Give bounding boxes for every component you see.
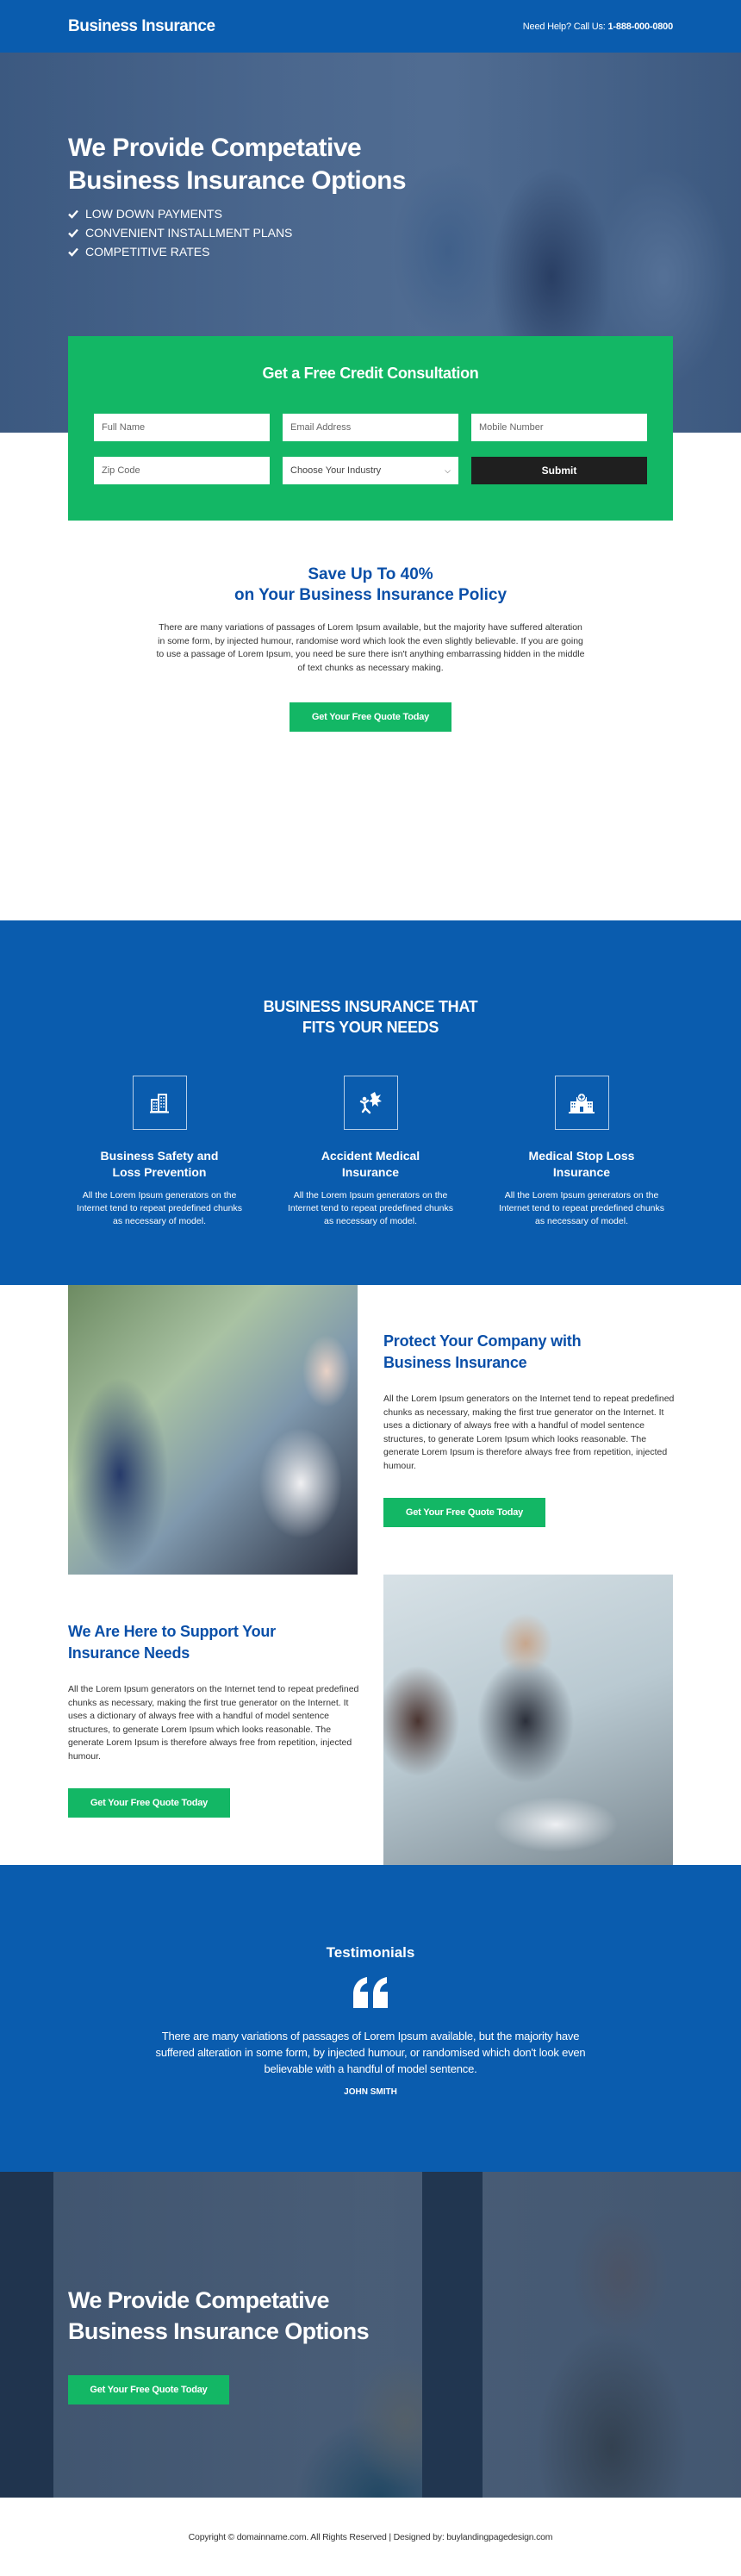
feature-title: Accident Medical Insurance <box>283 1148 459 1181</box>
features-title-line: FITS YOUR NEEDS <box>302 1019 439 1036</box>
hero-title: We Provide Competative Business Insuranc… <box>68 132 407 197</box>
site-footer: Copyright © domainname.com. All Rights R… <box>0 2498 741 2576</box>
features-title: BUSINESS INSURANCE THAT FITS YOUR NEEDS <box>0 996 741 1038</box>
feature-body: All the Lorem Ipsum generators on the In… <box>76 1190 243 1226</box>
feature-card: Business Safety and Loss Prevention All … <box>72 1076 248 1228</box>
benefit-label: COMPETITIVE RATES <box>85 245 210 259</box>
free-quote-button[interactable]: Get Your Free Quote Today <box>68 1788 230 1818</box>
protect-title: Protect Your Company with Business Insur… <box>383 1331 676 1374</box>
feature-title-line: Insurance <box>341 1165 400 1179</box>
check-icon <box>68 209 78 219</box>
phone-number[interactable]: 1-888-000-0800 <box>608 22 674 32</box>
support-body: All the Lorem Ipsum generators on the In… <box>68 1684 359 1762</box>
feature-body: All the Lorem Ipsum generators on the In… <box>498 1190 665 1226</box>
testimonial-quote: There are many variations of passages of… <box>155 2030 586 2075</box>
quote-icon <box>353 1977 388 2008</box>
testimonial-author: JOHN SMITH <box>344 2087 397 2097</box>
accident-icon <box>359 1091 382 1113</box>
feature-icon-box <box>343 1076 398 1130</box>
bottom-cta-section: We Provide Competative Business Insuranc… <box>0 2172 741 2498</box>
copyright-text: Copyright © domainname.com. All Rights R… <box>188 2531 553 2542</box>
check-icon <box>68 247 78 257</box>
protect-body: All the Lorem Ipsum generators on the In… <box>383 1394 675 1471</box>
feature-title-line: Accident Medical <box>321 1149 420 1163</box>
testimonials-section: Testimonials There are many variations o… <box>0 1865 741 2172</box>
support-title-line: Insurance Needs <box>68 1644 190 1662</box>
savings-title-line: Save Up To 40% <box>308 565 433 583</box>
free-quote-button[interactable]: Get Your Free Quote Today <box>68 2375 229 2404</box>
support-block: We Are Here to Support Your Insurance Ne… <box>68 1621 361 1818</box>
protect-title-line: Business Insurance <box>383 1354 527 1371</box>
consultation-form: Get a Free Credit Consultation Choose Yo… <box>68 336 673 521</box>
bottom-cta-title-line: Business Insurance Options <box>68 2318 370 2344</box>
support-title-line: We Are Here to Support Your <box>68 1623 276 1640</box>
savings-title-line: on Your Business Insurance Policy <box>234 586 507 604</box>
benefit-label: CONVENIENT INSTALLMENT PLANS <box>85 226 293 240</box>
protect-block: Protect Your Company with Business Insur… <box>383 1331 676 1527</box>
mobile-input[interactable] <box>471 414 647 441</box>
bottom-cta-title: We Provide Competative Business Insuranc… <box>68 2285 370 2347</box>
benefit-label: LOW DOWN PAYMENTS <box>85 207 222 221</box>
hero-benefits-list: LOW DOWN PAYMENTS CONVENIENT INSTALLMENT… <box>68 204 292 261</box>
form-title: Get a Free Credit Consultation <box>262 365 479 382</box>
feature-title: Medical Stop Loss Insurance <box>494 1148 670 1181</box>
benefit-item: COMPETITIVE RATES <box>68 242 292 261</box>
free-quote-button[interactable]: Get Your Free Quote Today <box>290 702 451 732</box>
benefit-item: CONVENIENT INSTALLMENT PLANS <box>68 223 292 242</box>
form-fields: Choose Your Industry ⌵ Submit <box>94 414 647 484</box>
bottom-cta-title-line: We Provide Competative <box>68 2287 329 2313</box>
industry-select[interactable]: Choose Your Industry ⌵ <box>283 457 458 484</box>
hospital-icon <box>569 1092 595 1113</box>
feature-title-line: Loss Prevention <box>112 1165 207 1179</box>
industry-select-value: Choose Your Industry <box>290 465 382 476</box>
email-input[interactable] <box>283 414 458 441</box>
hero-title-line: Business Insurance Options <box>68 166 407 195</box>
features-title-line: BUSINESS INSURANCE THAT <box>263 998 478 1015</box>
office-buildings-icon <box>150 1093 169 1113</box>
feature-body: All the Lorem Ipsum generators on the In… <box>287 1190 454 1226</box>
help-line: Need Help? Call Us: 1-888-000-0800 <box>523 22 673 32</box>
feature-icon-box <box>554 1076 609 1130</box>
feature-card: Medical Stop Loss Insurance All the Lore… <box>494 1076 670 1228</box>
savings-title: Save Up To 40% on Your Business Insuranc… <box>0 564 741 606</box>
support-title: We Are Here to Support Your Insurance Ne… <box>68 1621 361 1664</box>
features-section: BUSINESS INSURANCE THAT FITS YOUR NEEDS … <box>0 920 741 1285</box>
feature-icon-box <box>132 1076 187 1130</box>
protect-title-line: Protect Your Company with <box>383 1332 582 1350</box>
submit-button[interactable]: Submit <box>471 457 647 484</box>
feature-title-line: Business Safety and <box>100 1149 219 1163</box>
benefit-item: LOW DOWN PAYMENTS <box>68 204 292 223</box>
zip-code-input[interactable] <box>94 457 270 484</box>
check-icon <box>68 228 78 238</box>
full-name-input[interactable] <box>94 414 270 441</box>
feature-title: Business Safety and Loss Prevention <box>72 1148 248 1181</box>
logo[interactable]: Business Insurance <box>68 17 215 36</box>
help-label: Need Help? Call Us: <box>522 21 608 32</box>
feature-card: Accident Medical Insurance All the Lorem… <box>283 1076 459 1228</box>
site-header: Business Insurance Need Help? Call Us: 1… <box>0 0 741 53</box>
testimonials-title: Testimonials <box>326 1944 415 1961</box>
handshake-photo <box>68 1285 358 1575</box>
hero-title-line: We Provide Competative <box>68 134 362 162</box>
free-quote-button[interactable]: Get Your Free Quote Today <box>383 1498 545 1527</box>
feature-title-line: Medical Stop Loss <box>528 1149 635 1163</box>
info-section: Protect Your Company with Business Insur… <box>0 1285 741 1865</box>
savings-body: There are many variations of passages of… <box>156 622 585 673</box>
meeting-photo <box>383 1575 673 1865</box>
chevron-down-icon: ⌵ <box>445 465 451 475</box>
features-list: Business Safety and Loss Prevention All … <box>0 1076 741 1228</box>
feature-title-line: Insurance <box>552 1165 611 1179</box>
savings-section: Save Up To 40% on Your Business Insuranc… <box>0 521 741 920</box>
